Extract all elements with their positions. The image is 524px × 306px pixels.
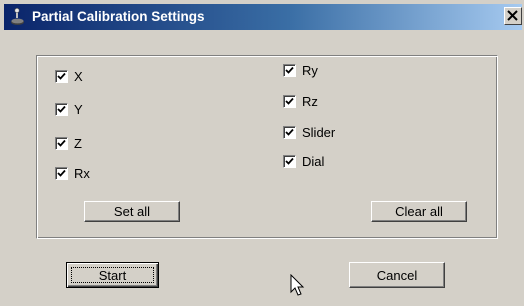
checkbox-z-box[interactable]	[55, 136, 68, 150]
checkbox-y[interactable]: Y	[55, 101, 83, 117]
checkbox-slider-label: Slider	[302, 124, 336, 140]
title-bar[interactable]: Partial Calibration Settings	[4, 4, 522, 30]
checkbox-dial-label: Dial	[302, 153, 325, 169]
checkmark-icon	[285, 128, 294, 136]
checkbox-y-box[interactable]	[55, 102, 68, 116]
partial-calibration-dialog: Partial Calibration Settings X Y Z Rx Ry…	[0, 0, 524, 306]
checkbox-rx-box[interactable]	[55, 166, 68, 180]
set-all-button[interactable]: Set all	[84, 201, 180, 222]
checkbox-rz-box[interactable]	[283, 94, 296, 108]
checkbox-z-label: Z	[74, 135, 82, 151]
cancel-button[interactable]: Cancel	[349, 262, 445, 288]
checkbox-ry-label: Ry	[302, 62, 318, 78]
close-button[interactable]	[504, 7, 522, 25]
checkbox-z[interactable]: Z	[55, 135, 82, 151]
checkbox-x-label: X	[74, 68, 83, 84]
checkbox-y-label: Y	[74, 101, 83, 117]
clear-all-button[interactable]: Clear all	[371, 201, 467, 222]
checkbox-rz[interactable]: Rz	[283, 93, 318, 109]
focus-rectangle	[71, 267, 154, 283]
checkbox-rx-label: Rx	[74, 165, 90, 181]
checkbox-rx[interactable]: Rx	[55, 165, 90, 181]
checkbox-slider-box[interactable]	[283, 125, 296, 139]
joystick-icon	[11, 8, 24, 25]
mouse-pointer-icon	[290, 274, 305, 296]
window-title: Partial Calibration Settings	[32, 9, 205, 24]
checkmark-icon	[285, 157, 294, 165]
checkmark-icon	[57, 72, 66, 80]
checkbox-slider[interactable]: Slider	[283, 124, 335, 140]
checkbox-dial[interactable]: Dial	[283, 153, 324, 169]
checkbox-dial-box[interactable]	[283, 154, 296, 168]
checkmark-icon	[57, 169, 66, 177]
cancel-label: Cancel	[376, 267, 418, 283]
close-icon	[507, 10, 518, 21]
checkmark-icon	[57, 105, 66, 113]
checkbox-ry-box[interactable]	[283, 63, 296, 77]
checkmark-icon	[285, 66, 294, 74]
checkbox-x-box[interactable]	[55, 69, 68, 83]
checkbox-rz-label: Rz	[302, 93, 318, 109]
set-all-label: Set all	[113, 204, 151, 219]
clear-all-label: Clear all	[395, 204, 443, 219]
checkmark-icon	[57, 139, 66, 147]
checkmark-icon	[285, 97, 294, 105]
checkbox-ry[interactable]: Ry	[283, 62, 318, 78]
checkbox-x[interactable]: X	[55, 68, 83, 84]
start-button[interactable]: Start	[66, 262, 159, 288]
